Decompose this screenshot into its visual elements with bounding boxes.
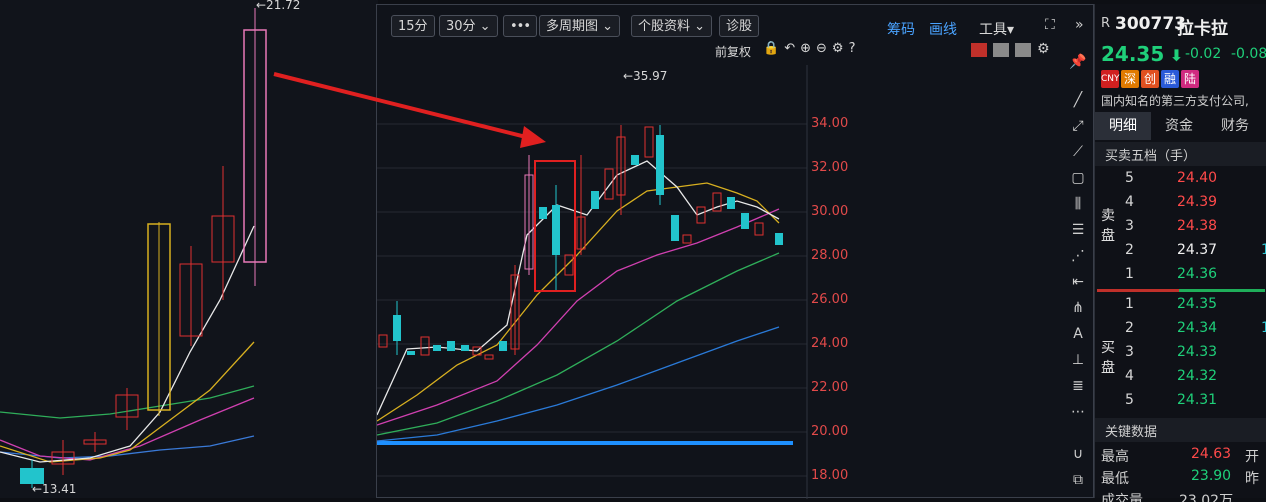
ray-tool-icon[interactable]: ⤢ (1068, 116, 1088, 136)
magnet-icon[interactable]: ∪ (1068, 444, 1088, 464)
buy-level-2: 2 24.34 1 (1125, 320, 1266, 336)
layers-icon[interactable]: ⧉ (1068, 470, 1088, 490)
channel-tool-icon[interactable]: ⟋ (1068, 142, 1088, 162)
sell-level-3: 3 24.38 (1125, 218, 1218, 234)
fib-tool-icon[interactable]: ⫼ (1068, 194, 1088, 214)
tab-detail[interactable]: 明细 (1095, 112, 1151, 140)
tag-cny[interactable]: CNY (1101, 70, 1120, 88)
more-tools-icon[interactable]: ⋯ (1068, 402, 1088, 422)
sell-level-1: 1 24.36 (1125, 266, 1218, 282)
order-book-title: 买卖五档（手） (1105, 149, 1197, 164)
tag-chinext[interactable]: 创 (1141, 70, 1159, 88)
key-data-title: 关键数据 (1105, 425, 1158, 440)
high-label: 最高 (1101, 449, 1129, 465)
tab-finance[interactable]: 财务 (1207, 112, 1263, 140)
tag-margin[interactable]: 融 (1161, 70, 1179, 88)
measure-tool-icon[interactable]: ⇤ (1068, 272, 1088, 292)
pin-icon[interactable]: 📌 (1068, 52, 1088, 72)
fan-tool-icon[interactable]: ⋰ (1068, 246, 1088, 266)
volume-label: 成交量 (1101, 493, 1143, 502)
price-change: -0.02 (1185, 46, 1222, 62)
quote-panel: R 300773 拉卡拉 24.35 ⬇ -0.02 -0.08 CNY 深 创… (1094, 4, 1266, 502)
industry-desc: 国内知名的第三方支付公司, (1101, 94, 1249, 108)
sell-level-4: 4 24.39 (1125, 194, 1218, 210)
r-prefix: R (1101, 16, 1111, 31)
sell-level-5: 5 24.40 (1125, 170, 1218, 186)
sell-level-2: 2 24.37 1 (1125, 242, 1266, 258)
buy-level-3: 3 24.33 (1125, 344, 1218, 360)
buy-pressure-bar (1179, 289, 1265, 292)
pitchfork-tool-icon[interactable]: ⋔ (1068, 298, 1088, 318)
buy-level-4: 4 24.32 (1125, 368, 1218, 384)
buy-level-5: 5 24.31 (1125, 392, 1218, 408)
down-arrow-icon: ⬇ (1164, 46, 1184, 65)
order-book-header: 买卖五档（手） (1095, 142, 1266, 166)
buy-level-1: 1 24.35 (1125, 296, 1218, 312)
tag-shenzhen[interactable]: 深 (1121, 70, 1139, 88)
tab-funds[interactable]: 资金 (1151, 112, 1207, 140)
stock-code: 300773 (1115, 14, 1186, 34)
prev-close-label: 昨 (1245, 471, 1259, 487)
rect-tool-icon[interactable]: ▢ (1068, 168, 1088, 188)
line-tool-icon[interactable]: ╱ (1068, 90, 1088, 110)
low-value: 23.90 (1191, 468, 1232, 484)
open-label: 开 (1245, 449, 1259, 465)
levels-tool-icon[interactable]: ☰ (1068, 220, 1088, 240)
grid-tool-icon[interactable]: ≣ (1068, 376, 1088, 396)
sell-pressure-bar (1097, 289, 1179, 292)
stock-name: 拉卡拉 (1177, 19, 1228, 39)
price-tool-icon[interactable]: ⊥ (1068, 350, 1088, 370)
volume-value: 23.02万 (1179, 493, 1234, 502)
price-change-pct: -0.08 (1231, 46, 1266, 62)
last-price: 24.35 (1101, 42, 1165, 66)
key-data-header[interactable]: 关键数据 (1095, 418, 1266, 442)
text-tool-icon[interactable]: A (1068, 324, 1088, 344)
low-label: 最低 (1101, 471, 1129, 487)
tag-connect[interactable]: 陆 (1181, 70, 1199, 88)
high-value: 24.63 (1191, 446, 1232, 462)
